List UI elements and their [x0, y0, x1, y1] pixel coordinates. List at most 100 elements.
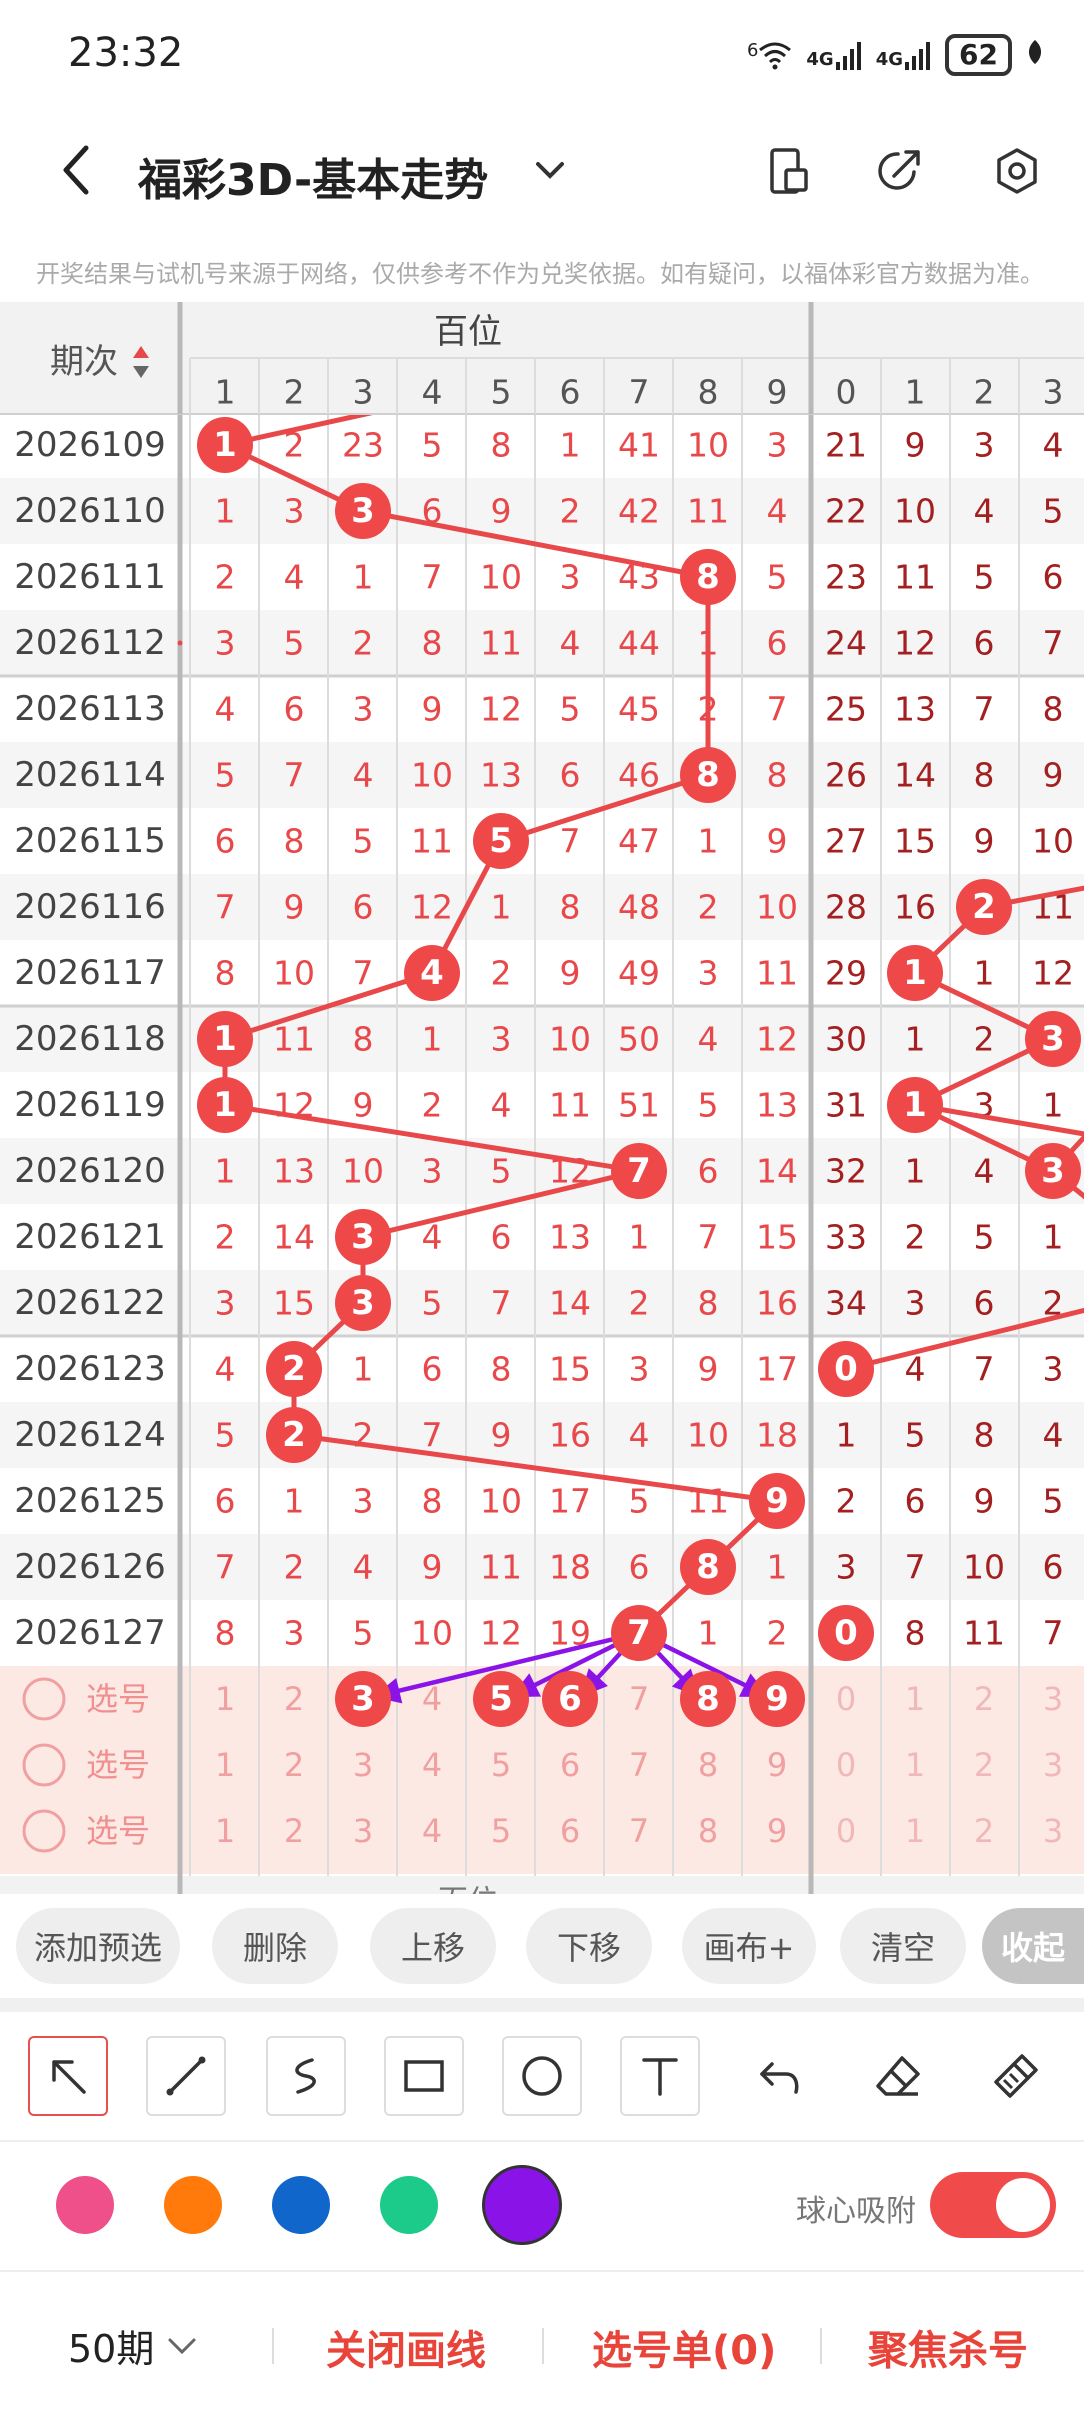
snap-toggle[interactable] [930, 2172, 1056, 2238]
pick-number: 1 [905, 1746, 925, 1784]
trend-chart-svg[interactable]: 2026108201226220832026109223581411032193… [0, 302, 1084, 1894]
color-swatch-4[interactable] [482, 2165, 562, 2245]
pick-number: 1 [215, 1680, 235, 1718]
number-cell: 6 [698, 1152, 719, 1191]
number-cell: 1 [353, 558, 374, 597]
title-dropdown-button[interactable] [530, 150, 570, 190]
number-cell: 12 [1032, 954, 1074, 993]
period-cell: 2026118 [14, 1019, 165, 1059]
move-up-button[interactable]: 上移 [370, 1908, 496, 1984]
tool-rectangle[interactable] [384, 2036, 464, 2116]
tool-curve[interactable] [266, 2036, 346, 2116]
number-cell: 13 [549, 1218, 591, 1257]
column-header: 6 [560, 373, 581, 412]
number-cell: 17 [549, 1482, 591, 1521]
share-button[interactable] [874, 146, 924, 196]
tool-line[interactable] [146, 2036, 226, 2116]
trend-ball-label: 7 [627, 1151, 651, 1191]
number-cell: 10 [480, 1482, 522, 1521]
number-cell: 3 [698, 954, 719, 993]
color-swatch-3[interactable] [380, 2176, 438, 2234]
column-header: 2 [974, 373, 995, 412]
move-down-button[interactable]: 下移 [526, 1908, 652, 1984]
period-cell: 2026127 [14, 1613, 165, 1653]
color-palette-row: 球心吸附 [0, 2140, 1084, 2272]
number-cell: 3 [422, 1152, 443, 1191]
tool-circle[interactable] [502, 2036, 582, 2116]
number-cell: 8 [560, 888, 581, 927]
canvas-plus-button[interactable]: 画布+ [682, 1908, 816, 1984]
pick-number: 5 [491, 1746, 511, 1784]
trend-ball-tens-label: 3 [1041, 1151, 1065, 1191]
share-icon [878, 150, 920, 190]
number-cell: 1 [905, 1152, 926, 1191]
tool-text[interactable] [620, 2036, 700, 2116]
color-swatch-1[interactable] [164, 2176, 222, 2234]
number-cell: 2 [974, 1020, 995, 1059]
number-cell: 24 [825, 624, 867, 663]
number-cell: 3 [353, 690, 374, 729]
number-cell: 11 [480, 1548, 522, 1587]
number-cell: 10 [687, 426, 729, 465]
trend-ball-label: 1 [213, 425, 237, 465]
number-cell: 16 [756, 1284, 798, 1323]
pick-ball-selected-label: 8 [696, 1679, 720, 1719]
number-cell: 4 [767, 492, 788, 531]
wifi-badge: 6 [746, 40, 759, 61]
add-preselect-button[interactable]: 添加预选 [16, 1908, 180, 1984]
column-header: 3 [353, 373, 374, 412]
color-swatch-2[interactable] [272, 2176, 330, 2234]
number-cell: 7 [215, 1548, 236, 1587]
settings-button[interactable] [992, 146, 1042, 196]
tool-clear-brush[interactable] [976, 2036, 1056, 2116]
number-cell: 14 [756, 1152, 798, 1191]
number-cell: 4 [974, 492, 995, 531]
rectangle-icon [404, 2060, 444, 2092]
tool-eraser[interactable] [858, 2036, 938, 2116]
clear-button[interactable]: 清空 [840, 1908, 966, 1984]
close-lines-button[interactable]: 关闭画线 [326, 2318, 486, 2376]
period-header: 期次 [50, 342, 118, 382]
period-selector[interactable]: 50期 [68, 2318, 200, 2373]
pick-number: 9 [767, 1812, 787, 1850]
screen-rotate-button[interactable] [764, 146, 814, 196]
collapse-button[interactable]: 收起 [982, 1908, 1084, 1984]
number-cell: 6 [215, 822, 236, 861]
number-cell: 8 [215, 1614, 236, 1653]
number-cell: 15 [756, 1218, 798, 1257]
color-swatch-0[interactable] [56, 2176, 114, 2234]
number-cell: 33 [825, 1218, 867, 1257]
number-cell: 10 [1032, 822, 1074, 861]
page-title[interactable]: 福彩3D-基本走势 [138, 144, 488, 208]
number-cell: 7 [767, 690, 788, 729]
chevron-down-icon [168, 2338, 196, 2354]
pick-number: 2 [284, 1812, 304, 1850]
focus-kill-button[interactable]: 聚焦杀号 [868, 2318, 1028, 2376]
leaf-icon [1026, 38, 1044, 73]
back-button[interactable] [50, 140, 110, 200]
pick-list-button[interactable]: 选号单(0) [592, 2318, 776, 2376]
number-cell: 1 [215, 1152, 236, 1191]
number-cell: 5 [215, 1416, 236, 1455]
tool-undo[interactable] [740, 2036, 820, 2116]
number-cell: 6 [215, 1482, 236, 1521]
number-cell: 4 [1043, 1416, 1064, 1455]
delete-button[interactable]: 删除 [212, 1908, 338, 1984]
number-cell: 13 [480, 756, 522, 795]
number-cell: 10 [756, 888, 798, 927]
number-cell: 6 [560, 756, 581, 795]
tool-select-arrow[interactable] [28, 2036, 108, 2116]
number-cell: 9 [284, 888, 305, 927]
number-cell: 32 [825, 1152, 867, 1191]
number-cell: 7 [422, 1416, 443, 1455]
number-cell: 8 [905, 1614, 926, 1653]
period-cell: 2026116 [14, 887, 165, 927]
number-cell: 44 [618, 624, 660, 663]
snap-label: 球心吸附 [796, 2194, 916, 2229]
trend-ball-tens-label: 2 [972, 887, 996, 927]
number-cell: 4 [353, 756, 374, 795]
trend-table[interactable]: 2026108201226220832026109223581411032193… [0, 302, 1084, 1894]
number-cell: 4 [284, 558, 305, 597]
period-cell: 2026113 [14, 689, 165, 729]
number-cell: 7 [353, 954, 374, 993]
